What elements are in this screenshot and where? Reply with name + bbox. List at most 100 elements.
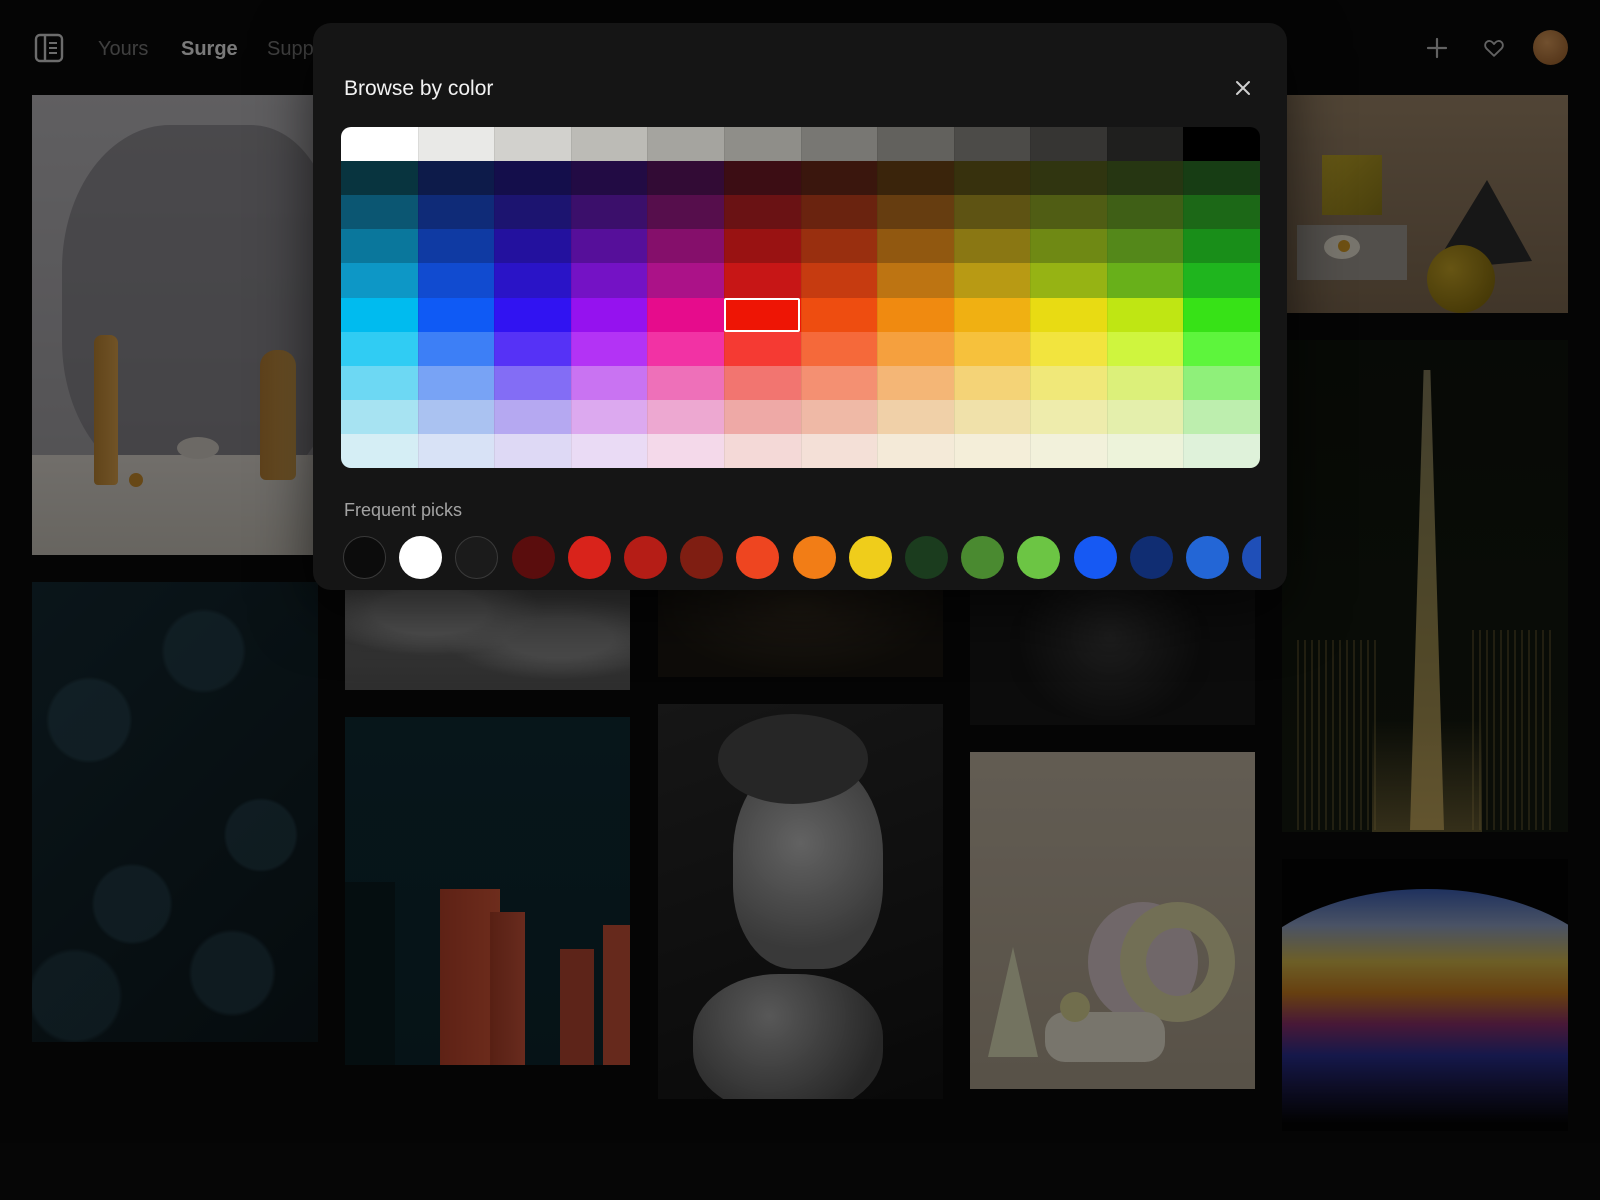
frequent-color-swatch[interactable] xyxy=(792,536,836,579)
color-swatch[interactable] xyxy=(1030,195,1108,230)
color-swatch[interactable] xyxy=(1030,127,1108,162)
color-swatch[interactable] xyxy=(417,263,495,299)
color-swatch[interactable] xyxy=(1030,365,1108,401)
color-swatch[interactable] xyxy=(341,195,419,230)
color-swatch[interactable] xyxy=(647,127,725,162)
color-swatch[interactable] xyxy=(1106,161,1184,196)
color-swatch[interactable] xyxy=(570,161,648,196)
color-swatch[interactable] xyxy=(800,263,878,299)
color-swatch[interactable] xyxy=(647,161,725,196)
color-swatch[interactable] xyxy=(494,127,572,162)
color-swatch[interactable] xyxy=(800,365,878,401)
color-swatch[interactable] xyxy=(417,195,495,230)
color-swatch[interactable] xyxy=(1106,195,1184,230)
frequent-color-swatch[interactable] xyxy=(511,536,555,579)
color-swatch[interactable] xyxy=(1106,297,1184,333)
color-swatch[interactable] xyxy=(800,161,878,196)
close-icon[interactable] xyxy=(1228,73,1258,103)
color-swatch[interactable] xyxy=(723,399,802,435)
frequent-color-swatch[interactable] xyxy=(455,536,499,579)
color-swatch[interactable] xyxy=(877,331,955,367)
color-swatch[interactable] xyxy=(417,297,495,333)
color-swatch[interactable] xyxy=(1183,195,1260,230)
color-swatch[interactable] xyxy=(417,331,495,367)
frequent-color-swatch[interactable] xyxy=(680,536,724,579)
color-swatch[interactable] xyxy=(877,127,955,162)
color-swatch[interactable] xyxy=(800,399,878,435)
color-swatch[interactable] xyxy=(494,365,572,401)
color-swatch[interactable] xyxy=(647,263,725,299)
color-swatch[interactable] xyxy=(1030,399,1108,435)
color-swatch[interactable] xyxy=(953,127,1031,162)
color-swatch[interactable] xyxy=(1106,365,1184,401)
frequent-color-swatch[interactable] xyxy=(1242,536,1261,579)
color-swatch[interactable] xyxy=(877,195,955,230)
color-swatch[interactable] xyxy=(417,127,495,162)
color-swatch[interactable] xyxy=(647,297,725,333)
color-swatch[interactable] xyxy=(494,297,572,333)
color-swatch[interactable] xyxy=(1106,331,1184,367)
color-swatch[interactable] xyxy=(800,433,878,468)
color-swatch[interactable] xyxy=(417,229,495,264)
color-swatch[interactable] xyxy=(417,433,495,468)
color-swatch[interactable] xyxy=(953,195,1031,230)
color-swatch[interactable] xyxy=(341,161,419,196)
color-swatch[interactable] xyxy=(800,229,878,264)
color-swatch[interactable] xyxy=(1030,433,1108,468)
frequent-color-swatch[interactable] xyxy=(1073,536,1117,579)
color-swatch[interactable] xyxy=(570,195,648,230)
color-swatch[interactable] xyxy=(341,127,419,162)
frequent-color-swatch[interactable] xyxy=(1186,536,1229,579)
color-swatch[interactable] xyxy=(800,331,878,367)
color-swatch[interactable] xyxy=(647,433,725,468)
color-swatch[interactable] xyxy=(341,297,419,333)
color-swatch[interactable] xyxy=(953,297,1031,333)
color-swatch[interactable] xyxy=(647,399,725,435)
color-swatch[interactable] xyxy=(1030,331,1108,367)
color-swatch[interactable] xyxy=(723,195,802,230)
color-swatch[interactable] xyxy=(723,229,802,264)
color-swatch[interactable] xyxy=(1183,399,1260,435)
color-swatch[interactable] xyxy=(570,399,648,435)
color-swatch[interactable] xyxy=(723,365,802,401)
color-swatch[interactable] xyxy=(570,433,648,468)
color-swatch[interactable] xyxy=(877,433,955,468)
color-swatch[interactable] xyxy=(494,433,572,468)
color-swatch[interactable] xyxy=(570,331,648,367)
frequent-color-swatch[interactable] xyxy=(1129,536,1173,579)
color-swatch[interactable] xyxy=(723,127,802,162)
color-swatch[interactable] xyxy=(877,297,955,333)
color-swatch[interactable] xyxy=(723,161,802,196)
color-swatch[interactable] xyxy=(953,399,1031,435)
color-swatch[interactable] xyxy=(1183,263,1260,299)
color-swatch[interactable] xyxy=(953,331,1031,367)
color-swatch[interactable] xyxy=(570,297,648,333)
color-swatch[interactable] xyxy=(494,229,572,264)
color-swatch[interactable] xyxy=(341,399,419,435)
color-swatch[interactable] xyxy=(570,229,648,264)
frequent-color-swatch[interactable] xyxy=(567,536,611,579)
color-swatch[interactable] xyxy=(1183,365,1260,401)
color-swatch[interactable] xyxy=(494,263,572,299)
color-swatch[interactable] xyxy=(494,161,572,196)
frequent-color-swatch[interactable] xyxy=(624,536,667,579)
color-swatch[interactable] xyxy=(953,161,1031,196)
color-swatch[interactable] xyxy=(341,331,419,367)
color-swatch[interactable] xyxy=(647,365,725,401)
color-swatch[interactable] xyxy=(647,229,725,264)
color-swatch[interactable] xyxy=(341,433,419,468)
frequent-color-swatch[interactable] xyxy=(736,536,780,579)
color-swatch[interactable] xyxy=(417,365,495,401)
color-swatch[interactable] xyxy=(1106,263,1184,299)
frequent-color-swatch[interactable] xyxy=(961,536,1005,579)
color-swatch[interactable] xyxy=(570,127,648,162)
color-swatch[interactable] xyxy=(494,399,572,435)
color-swatch[interactable] xyxy=(1106,229,1184,264)
color-swatch[interactable] xyxy=(1106,127,1184,162)
color-swatch[interactable] xyxy=(800,297,878,333)
color-swatch[interactable] xyxy=(877,229,955,264)
color-swatch[interactable] xyxy=(494,195,572,230)
color-swatch[interactable] xyxy=(417,399,495,435)
color-swatch[interactable] xyxy=(953,263,1031,299)
color-swatch[interactable] xyxy=(723,331,802,367)
